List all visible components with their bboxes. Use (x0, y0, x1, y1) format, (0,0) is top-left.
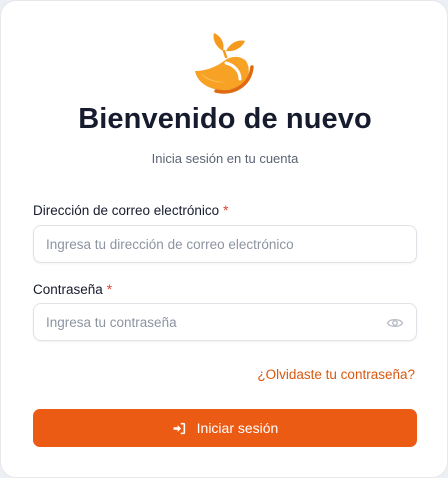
sign-in-icon (173, 422, 185, 434)
required-marker: * (223, 203, 229, 218)
login-card: Bienvenido de nuevo Inicia sesión en tu … (0, 0, 448, 478)
orange-slice-leaves-icon (195, 33, 254, 94)
password-input[interactable] (46, 304, 376, 340)
page-title: Bienvenido de nuevo (78, 103, 372, 135)
email-label-text: Dirección de correo electrónico (33, 203, 220, 218)
eye-icon[interactable] (386, 314, 404, 332)
email-field[interactable] (33, 225, 417, 263)
password-label-text: Contraseña (33, 282, 103, 297)
sign-in-button[interactable]: Iniciar sesión (33, 409, 417, 447)
sign-in-label: Iniciar sesión (196, 420, 279, 436)
password-label: Contraseña * (33, 282, 112, 297)
forgot-password-link[interactable]: ¿Olvidaste tu contraseña? (257, 367, 415, 382)
page-subtitle: Inicia sesión en tu cuenta (151, 151, 299, 166)
email-label: Dirección de correo electrónico * (33, 203, 228, 218)
password-field[interactable] (33, 303, 417, 341)
email-input[interactable] (46, 226, 376, 262)
required-marker: * (106, 282, 113, 297)
